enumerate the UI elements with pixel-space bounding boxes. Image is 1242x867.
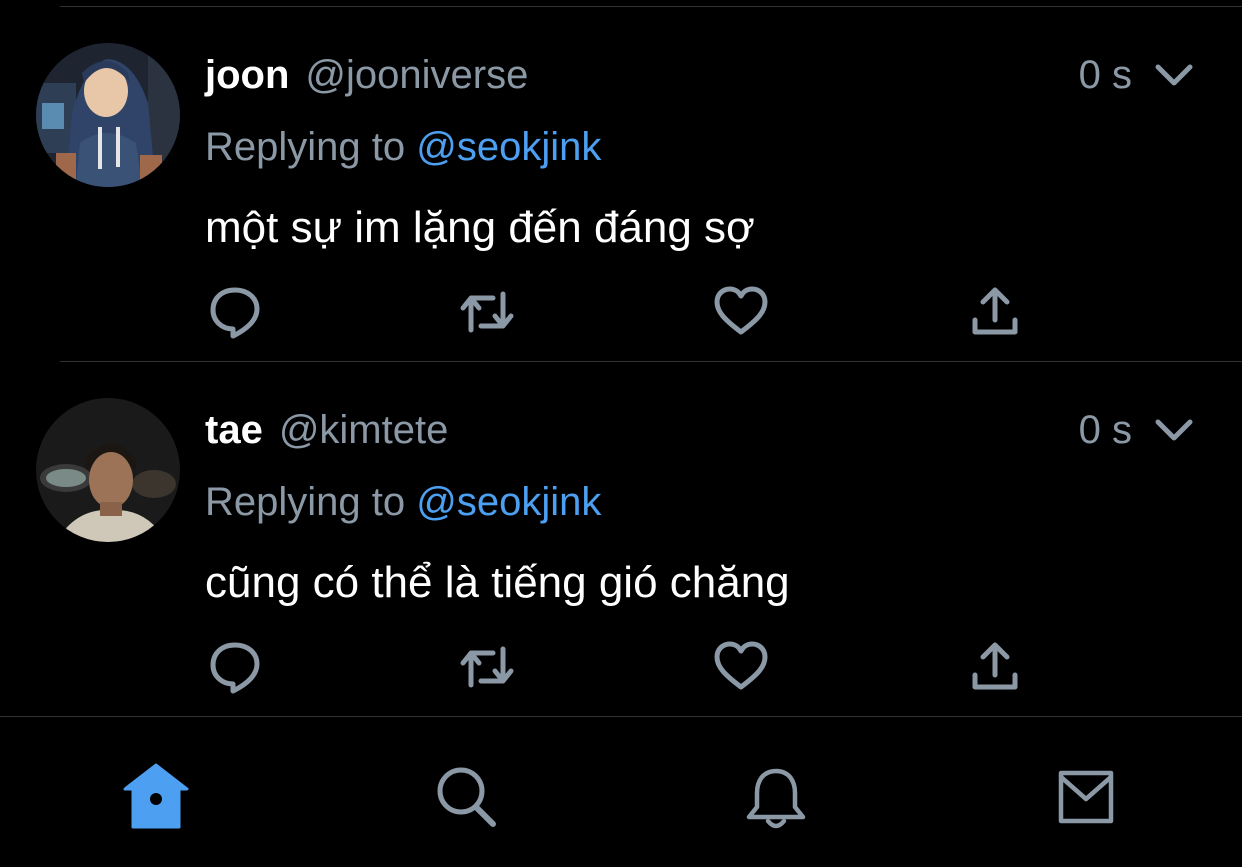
tweet-actions: [205, 637, 1025, 697]
chevron-down-icon[interactable]: [1154, 414, 1194, 446]
replying-to-label: Replying to: [205, 480, 406, 524]
tweet-text: một sự im lặng đến đáng sợ: [205, 203, 755, 252]
tweet-joon[interactable]: joon @jooniverse 0 s Replying to @seokji…: [0, 7, 1242, 361]
notifications-icon: [746, 768, 806, 829]
reply-icon[interactable]: [205, 637, 265, 697]
share-icon[interactable]: [965, 282, 1025, 342]
retweet-icon[interactable]: [457, 282, 517, 342]
tweet-header: tae @kimtete 0 s: [205, 398, 1194, 462]
avatar-photo-tae: [36, 398, 180, 542]
timestamp: 0 s: [1078, 52, 1132, 97]
like-icon[interactable]: [711, 637, 771, 697]
search-icon: [437, 767, 496, 827]
replying-to-link[interactable]: @seokjink: [416, 480, 601, 524]
user-handle[interactable]: @jooniverse: [305, 53, 528, 98]
tab-search[interactable]: [426, 757, 506, 837]
tweet-text: cũng có thể là tiếng gió chăng: [205, 558, 790, 607]
tweet-header: joon @jooniverse 0 s: [205, 43, 1194, 107]
replying-to: Replying to @seokjink: [205, 480, 601, 532]
avatar-photo-joon: [36, 43, 180, 187]
tab-notifications[interactable]: [736, 757, 816, 837]
avatar[interactable]: [36, 43, 180, 187]
tweet-tae[interactable]: tae @kimtete 0 s Replying to @seokjink c…: [0, 362, 1242, 716]
user-handle[interactable]: @kimtete: [279, 408, 449, 453]
bottom-tab-bar: [0, 717, 1242, 867]
replying-to-link[interactable]: @seokjink: [416, 125, 601, 169]
retweet-icon[interactable]: [457, 637, 517, 697]
tab-home[interactable]: [116, 757, 196, 837]
avatar[interactable]: [36, 398, 180, 542]
share-icon[interactable]: [965, 637, 1025, 697]
tab-messages[interactable]: [1046, 757, 1126, 837]
tweet-actions: [205, 282, 1025, 342]
replying-to: Replying to @seokjink: [205, 125, 601, 177]
messages-icon: [1058, 770, 1114, 824]
display-name[interactable]: tae: [205, 408, 263, 453]
timestamp: 0 s: [1078, 407, 1132, 452]
display-name[interactable]: joon: [205, 53, 289, 98]
timeline-screen: joon @jooniverse 0 s Replying to @seokji…: [0, 0, 1242, 867]
replying-to-label: Replying to: [205, 125, 406, 169]
reply-icon[interactable]: [205, 282, 265, 342]
like-icon[interactable]: [711, 282, 771, 342]
home-icon: [123, 763, 189, 829]
chevron-down-icon[interactable]: [1154, 59, 1194, 91]
